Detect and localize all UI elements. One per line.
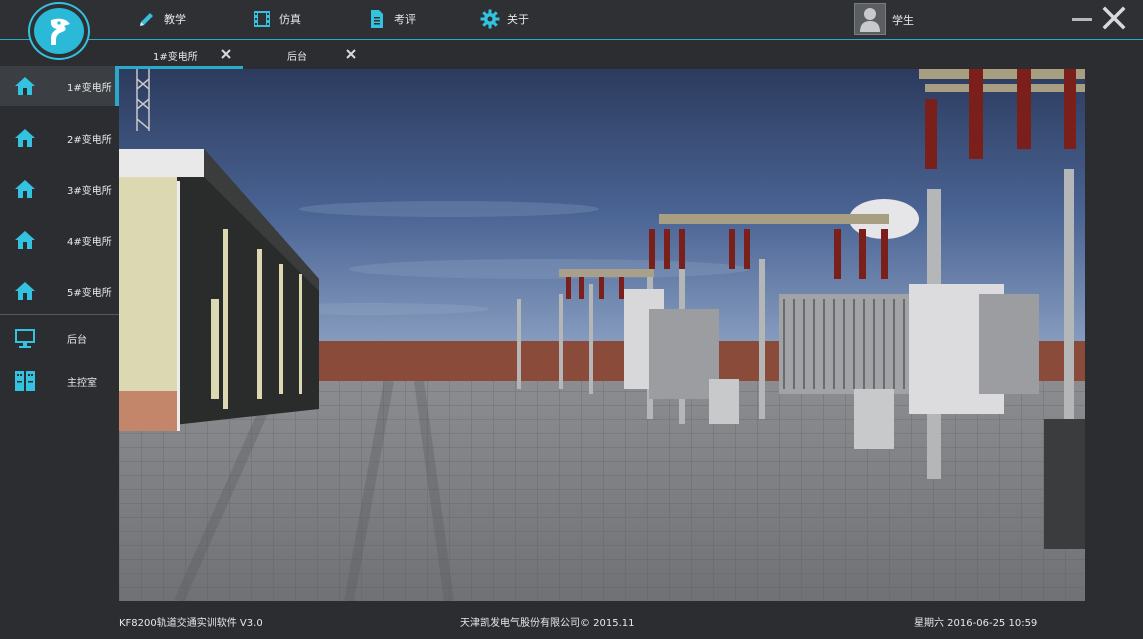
sidebar-item-label: 4#变电所 bbox=[67, 236, 112, 248]
home-icon bbox=[15, 180, 35, 198]
sidebar-item-label: 主控室 bbox=[67, 377, 97, 389]
close-icon bbox=[1102, 6, 1126, 30]
nav-about-label: 关于 bbox=[507, 13, 529, 26]
sidebar-item-label: 1#变电所 bbox=[67, 82, 112, 94]
nav-evaluation-label: 考评 bbox=[394, 13, 416, 26]
sidebar: 1#变电所 2#变电所 3#变电所 4#变电所 5#变电所 后台 主控室 bbox=[0, 41, 119, 601]
nav-about[interactable]: 关于 bbox=[480, 8, 529, 30]
tab-label: 1#变电所 bbox=[153, 52, 198, 63]
film-icon bbox=[254, 11, 270, 27]
close-icon[interactable] bbox=[345, 48, 357, 60]
user-avatar[interactable] bbox=[854, 3, 886, 35]
status-footer: KF8200轨道交通实训软件 V3.0 天津凯发电气股份有限公司© 2015.1… bbox=[0, 601, 1143, 639]
monitor-icon bbox=[15, 329, 35, 348]
top-bar: 教学 仿真 考评 关于 学生 bbox=[0, 0, 1143, 40]
nav-evaluation[interactable]: 考评 bbox=[367, 8, 416, 30]
sidebar-item-substation-4[interactable]: 4#变电所 bbox=[0, 215, 119, 265]
tab-label: 后台 bbox=[287, 52, 307, 63]
control-panel-icon bbox=[15, 371, 35, 391]
nav-teaching[interactable]: 教学 bbox=[137, 8, 186, 30]
home-icon bbox=[15, 282, 35, 300]
sidebar-item-label: 5#变电所 bbox=[67, 287, 112, 299]
nav-simulation[interactable]: 仿真 bbox=[252, 8, 301, 30]
document-icon bbox=[371, 10, 383, 28]
pencil-icon bbox=[140, 13, 153, 26]
software-version: KF8200轨道交通实训软件 V3.0 bbox=[119, 618, 263, 629]
user-label: 学生 bbox=[892, 14, 914, 27]
app-logo bbox=[28, 2, 90, 60]
3d-scene-viewport[interactable] bbox=[119, 69, 1085, 601]
gear-icon bbox=[480, 9, 500, 29]
right-margin bbox=[1085, 41, 1143, 601]
close-icon[interactable] bbox=[220, 48, 232, 60]
home-icon bbox=[15, 77, 35, 95]
sidebar-item-substation-3[interactable]: 3#变电所 bbox=[0, 164, 119, 214]
tab-backend[interactable]: 后台 bbox=[259, 41, 369, 69]
home-icon bbox=[15, 129, 35, 147]
datetime-display: 星期六 2016-06-25 10:59 bbox=[914, 618, 1038, 629]
sidebar-item-control-room[interactable]: 主控室 bbox=[0, 356, 119, 406]
minimize-button[interactable] bbox=[1072, 18, 1092, 21]
tab-substation-1[interactable]: 1#变电所 bbox=[119, 41, 243, 69]
nav-simulation-label: 仿真 bbox=[279, 13, 301, 26]
tab-strip: 1#变电所 后台 bbox=[119, 41, 1085, 69]
sidebar-item-substation-5[interactable]: 5#变电所 bbox=[0, 266, 119, 316]
sidebar-item-substation-2[interactable]: 2#变电所 bbox=[0, 113, 119, 163]
substation-3d-scene bbox=[119, 69, 1085, 601]
nav-teaching-label: 教学 bbox=[164, 13, 186, 26]
company-copyright: 天津凯发电气股份有限公司© 2015.11 bbox=[460, 618, 635, 629]
sidebar-item-label: 2#变电所 bbox=[67, 134, 112, 146]
close-button[interactable] bbox=[1102, 6, 1126, 30]
sidebar-item-label: 3#变电所 bbox=[67, 185, 112, 197]
sidebar-item-substation-1[interactable]: 1#变电所 bbox=[0, 66, 119, 106]
user-icon bbox=[860, 8, 880, 32]
bird-logo-icon bbox=[50, 18, 70, 45]
sidebar-item-label: 后台 bbox=[67, 334, 87, 346]
home-icon bbox=[15, 231, 35, 249]
